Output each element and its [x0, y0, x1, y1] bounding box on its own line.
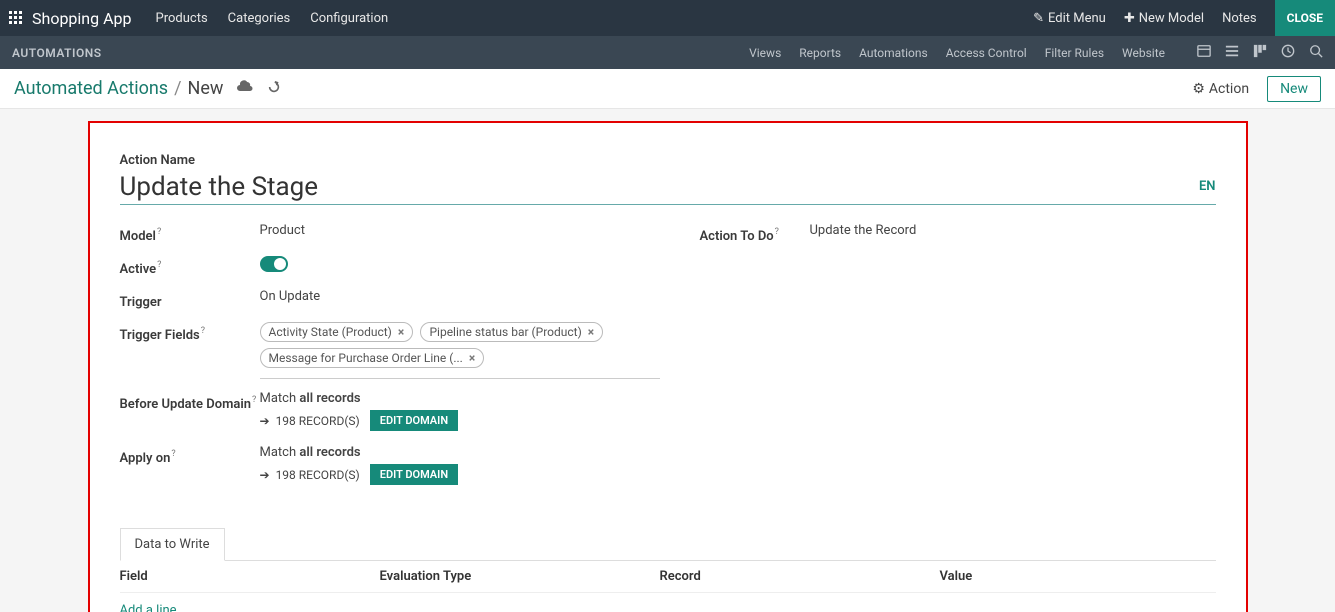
list-view-icon[interactable] — [1225, 44, 1239, 61]
breadcrumb-current: New — [188, 78, 224, 99]
trigger-label: Trigger — [120, 295, 162, 310]
subnav-access-control[interactable]: Access Control — [946, 46, 1027, 60]
help-icon[interactable]: ? — [171, 449, 175, 459]
arrow-right-icon: ➔ — [260, 468, 270, 482]
notes-link[interactable]: Notes — [1222, 11, 1257, 26]
help-icon[interactable]: ? — [157, 227, 161, 237]
breadcrumb-root[interactable]: Automated Actions — [14, 78, 168, 99]
active-toggle[interactable] — [260, 256, 288, 272]
kanban-view-icon[interactable] — [1253, 44, 1267, 61]
action-to-do-label: Action To Do — [700, 229, 774, 244]
language-button[interactable]: EN — [1199, 179, 1216, 202]
tag-item[interactable]: Message for Purchase Order Line (...× — [260, 348, 485, 368]
match-summary: Match all records — [260, 445, 660, 460]
menu-products[interactable]: Products — [156, 11, 208, 26]
gear-icon: ⚙ — [1192, 81, 1205, 97]
new-button[interactable]: New — [1267, 76, 1321, 102]
records-link[interactable]: ➔198 RECORD(S) — [260, 414, 360, 428]
trigger-fields-label: Trigger Fields — [120, 328, 200, 343]
menu-categories[interactable]: Categories — [228, 11, 291, 26]
apply-on-label: Apply on — [120, 451, 171, 466]
discard-icon[interactable] — [267, 80, 281, 98]
apps-icon[interactable] — [8, 10, 24, 26]
tag-item[interactable]: Pipeline status bar (Product)× — [420, 322, 603, 342]
help-icon[interactable]: ? — [252, 395, 256, 405]
subnav-views[interactable]: Views — [749, 46, 781, 60]
arrow-right-icon: ➔ — [260, 414, 270, 428]
action-dropdown[interactable]: ⚙ Action — [1192, 81, 1249, 97]
card-view-icon[interactable] — [1197, 44, 1211, 61]
subnav-automations[interactable]: Automations — [859, 46, 928, 60]
action-to-do-value[interactable]: Update the Record — [810, 223, 1216, 238]
tag-item[interactable]: Activity State (Product)× — [260, 322, 414, 342]
col-value: Value — [940, 569, 1216, 584]
grid-header: Field Evaluation Type Record Value — [120, 561, 1216, 593]
add-line-link[interactable]: Add a line — [120, 593, 1216, 612]
match-summary: Match all records — [260, 391, 660, 406]
breadcrumb-sep: / — [174, 78, 181, 99]
action-name-input[interactable] — [120, 172, 1187, 202]
trigger-value[interactable]: On Update — [260, 289, 660, 304]
tag-remove-icon[interactable]: × — [588, 325, 594, 339]
edit-menu-link[interactable]: ✎ Edit Menu — [1033, 11, 1106, 26]
tag-remove-icon[interactable]: × — [398, 325, 404, 339]
subnav-filter-rules[interactable]: Filter Rules — [1045, 46, 1104, 60]
help-icon[interactable]: ? — [157, 260, 161, 270]
activity-view-icon[interactable] — [1281, 44, 1295, 61]
col-eval-type: Evaluation Type — [380, 569, 660, 584]
pencil-icon: ✎ — [1033, 11, 1044, 26]
tag-remove-icon[interactable]: × — [469, 351, 475, 365]
col-field: Field — [120, 569, 380, 584]
active-label: Active — [120, 262, 157, 277]
model-value[interactable]: Product — [260, 223, 660, 238]
trigger-fields-input[interactable]: Activity State (Product)× Pipeline statu… — [260, 322, 660, 379]
tab-data-to-write[interactable]: Data to Write — [120, 528, 225, 561]
edit-domain-button[interactable]: EDIT DOMAIN — [370, 464, 458, 485]
subnav-website[interactable]: Website — [1122, 46, 1165, 60]
form-card: Action Name EN Model? Product Active? Tr… — [88, 121, 1248, 612]
action-name-label: Action Name — [120, 153, 1216, 168]
edit-domain-button[interactable]: EDIT DOMAIN — [370, 410, 458, 431]
cloud-save-icon[interactable] — [237, 80, 253, 98]
subbar-title: AUTOMATIONS — [12, 46, 102, 60]
app-title[interactable]: Shopping App — [32, 9, 132, 28]
plus-icon: ✚ — [1124, 11, 1135, 26]
records-link[interactable]: ➔198 RECORD(S) — [260, 468, 360, 482]
subnav-reports[interactable]: Reports — [799, 46, 841, 60]
new-model-link[interactable]: ✚ New Model — [1124, 11, 1204, 26]
close-button[interactable]: CLOSE — [1275, 0, 1335, 36]
search-icon[interactable] — [1309, 44, 1323, 61]
help-icon[interactable]: ? — [201, 326, 205, 336]
col-record: Record — [660, 569, 940, 584]
menu-configuration[interactable]: Configuration — [310, 11, 388, 26]
before-update-domain-label: Before Update Domain — [120, 397, 252, 412]
help-icon[interactable]: ? — [775, 227, 779, 237]
model-label: Model — [120, 229, 156, 244]
